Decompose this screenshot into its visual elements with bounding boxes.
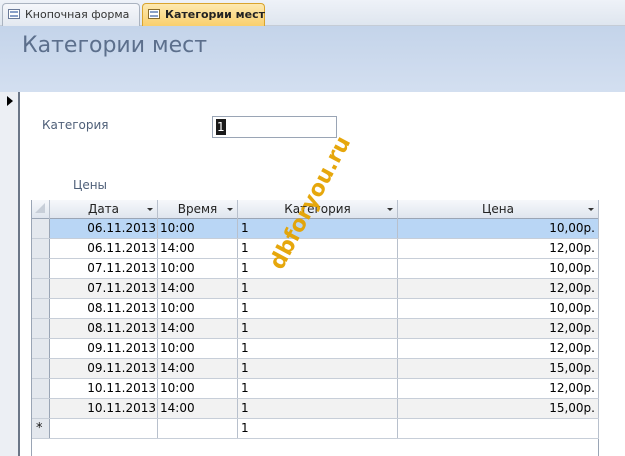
cell-price[interactable]: 10,00р.	[398, 299, 599, 318]
cell-price[interactable]: 12,00р.	[398, 319, 599, 338]
cell-category[interactable]: 1	[238, 219, 398, 238]
cell-time[interactable]: 10:00	[158, 219, 238, 238]
chevron-down-icon[interactable]	[147, 208, 153, 211]
table-row[interactable]: 06.11.2013 10:00 1 10,00р.	[32, 219, 599, 239]
select-all-corner[interactable]	[32, 200, 50, 219]
cell-category[interactable]: 1	[238, 279, 398, 298]
table-row[interactable]: 09.11.2013 14:00 1 15,00р.	[32, 359, 599, 379]
cell-time[interactable]: 10:00	[158, 299, 238, 318]
table-row[interactable]: 09.11.2013 10:00 1 12,00р.	[32, 339, 599, 359]
column-header-date[interactable]: Дата	[50, 200, 158, 219]
row-selector[interactable]	[32, 219, 50, 238]
prices-subform-label: Цены	[73, 178, 108, 192]
cell-time[interactable]	[158, 419, 238, 438]
cell-category[interactable]: 1	[238, 379, 398, 398]
row-selector[interactable]	[32, 299, 50, 318]
cell-time[interactable]: 10:00	[158, 339, 238, 358]
cell-category[interactable]: 1	[238, 259, 398, 278]
cell-price[interactable]: 12,00р.	[398, 239, 599, 258]
table-row[interactable]: 08.11.2013 14:00 1 12,00р.	[32, 319, 599, 339]
cell-time[interactable]: 14:00	[158, 319, 238, 338]
cell-date[interactable]: 06.11.2013	[50, 239, 158, 258]
tab-place-categories[interactable]: Категории мест	[142, 3, 265, 26]
column-header-time[interactable]: Время	[158, 200, 238, 219]
row-selector[interactable]	[32, 399, 50, 418]
cell-date[interactable]: 08.11.2013	[50, 319, 158, 338]
cell-price[interactable]: 15,00р.	[398, 359, 599, 378]
watermark-anchor: dbforyou.ru	[265, 132, 356, 274]
row-selector[interactable]	[32, 279, 50, 298]
table-row[interactable]: 07.11.2013 14:00 1 12,00р.	[32, 279, 599, 299]
cell-date[interactable]: 07.11.2013	[50, 279, 158, 298]
cell-date[interactable]	[50, 419, 158, 438]
cell-price[interactable]: 12,00р.	[398, 279, 599, 298]
cell-price[interactable]: 10,00р.	[398, 219, 599, 238]
cell-price[interactable]	[398, 419, 599, 438]
cell-category[interactable]: 1	[238, 359, 398, 378]
form-icon	[8, 9, 20, 19]
row-selector[interactable]	[32, 379, 50, 398]
prices-datasheet: Дата Время Категория Цена 06.11.2013 10:…	[31, 200, 599, 456]
cell-date[interactable]: 10.11.2013	[50, 379, 158, 398]
cell-time[interactable]: 14:00	[158, 239, 238, 258]
cell-time[interactable]: 14:00	[158, 279, 238, 298]
cell-date[interactable]: 08.11.2013	[50, 299, 158, 318]
cell-date[interactable]: 06.11.2013	[50, 219, 158, 238]
form-title: Категории мест	[22, 33, 208, 58]
cell-date[interactable]: 09.11.2013	[50, 339, 158, 358]
row-selector[interactable]	[32, 259, 50, 278]
cell-category[interactable]: 1	[238, 419, 398, 438]
cell-price[interactable]: 12,00р.	[398, 379, 599, 398]
form-icon	[148, 9, 160, 19]
cell-price[interactable]: 15,00р.	[398, 399, 599, 418]
cell-category[interactable]: 1	[238, 239, 398, 258]
chevron-down-icon[interactable]	[387, 208, 393, 211]
tab-label: Категории мест	[165, 8, 266, 21]
category-input-value: 1	[216, 119, 226, 135]
cell-time[interactable]: 10:00	[158, 259, 238, 278]
table-row[interactable]: 07.11.2013 10:00 1 10,00р.	[32, 259, 599, 279]
table-row[interactable]: 08.11.2013 10:00 1 10,00р.	[32, 299, 599, 319]
cell-date[interactable]: 07.11.2013	[50, 259, 158, 278]
cell-date[interactable]: 10.11.2013	[50, 399, 158, 418]
cell-time[interactable]: 14:00	[158, 359, 238, 378]
record-selector-bar[interactable]	[0, 92, 20, 456]
category-label: Категория	[42, 118, 109, 132]
cell-time[interactable]: 14:00	[158, 399, 238, 418]
cell-date[interactable]: 09.11.2013	[50, 359, 158, 378]
table-row[interactable]: 10.11.2013 14:00 1 15,00р.	[32, 399, 599, 419]
table-row[interactable]: 10.11.2013 10:00 1 12,00р.	[32, 379, 599, 399]
tab-switchboard[interactable]: Кнопочная форма	[2, 3, 140, 26]
cell-time[interactable]: 10:00	[158, 379, 238, 398]
tab-label: Кнопочная форма	[25, 8, 130, 21]
chevron-down-icon[interactable]	[227, 208, 233, 211]
row-selector[interactable]	[32, 319, 50, 338]
new-record-icon: *	[36, 421, 43, 436]
current-record-arrow-icon	[7, 96, 13, 106]
cell-price[interactable]: 12,00р.	[398, 339, 599, 358]
row-selector[interactable]: *	[32, 419, 50, 438]
row-selector[interactable]	[32, 359, 50, 378]
column-header-price[interactable]: Цена	[398, 200, 599, 219]
chevron-down-icon[interactable]	[588, 208, 594, 211]
cell-category[interactable]: 1	[238, 339, 398, 358]
cell-category[interactable]: 1	[238, 299, 398, 318]
new-record-row[interactable]: * 1	[32, 419, 599, 439]
category-input[interactable]: 1	[212, 116, 337, 138]
table-row[interactable]: 06.11.2013 14:00 1 12,00р.	[32, 239, 599, 259]
cell-category[interactable]: 1	[238, 319, 398, 338]
cell-category[interactable]: 1	[238, 399, 398, 418]
row-selector[interactable]	[32, 339, 50, 358]
cell-price[interactable]: 10,00р.	[398, 259, 599, 278]
document-tab-bar: Кнопочная форма Категории мест	[0, 0, 625, 26]
row-selector[interactable]	[32, 239, 50, 258]
